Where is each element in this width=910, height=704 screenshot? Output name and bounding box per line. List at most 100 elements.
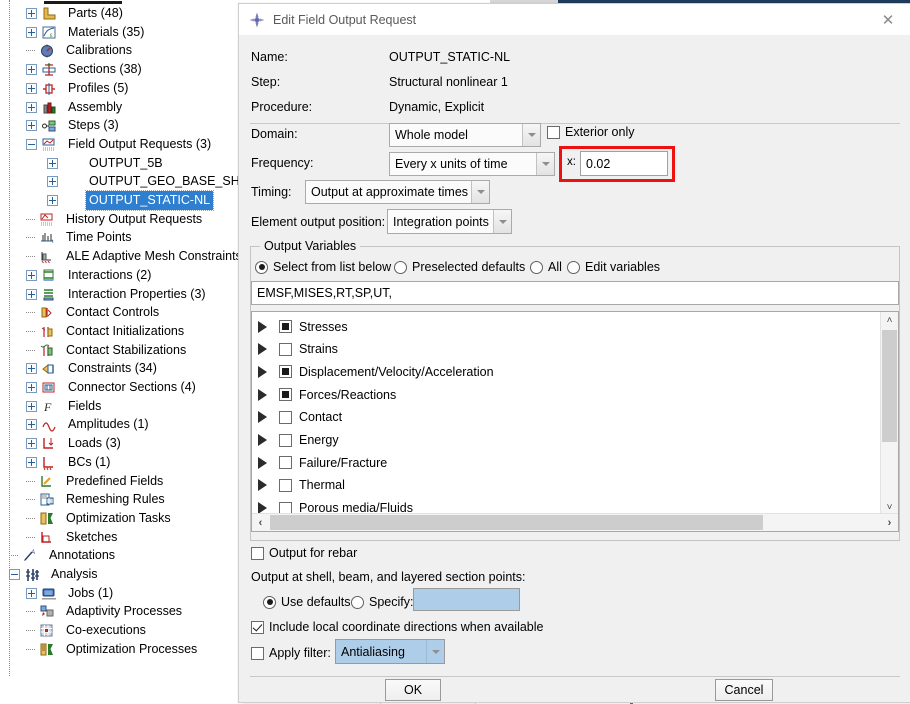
tree-item[interactable]: BCs (1) [0,453,110,472]
exterior-only-checkbox[interactable]: Exterior only [547,125,634,139]
tree-item[interactable]: Optimization Processes [0,640,197,659]
collapse-icon[interactable] [9,569,20,580]
checkbox-box[interactable] [279,365,292,379]
expand-icon[interactable] [26,401,37,412]
expand-triangle-icon[interactable] [258,411,267,424]
expand-icon[interactable] [26,588,37,599]
expand-icon[interactable] [26,8,37,19]
checkbox-box[interactable] [279,410,292,424]
expand-icon[interactable] [26,102,37,113]
tree-item[interactable]: OUTPUT_GEO_BASE_SHEAR_TB [0,172,243,191]
checkbox-box[interactable] [279,388,292,402]
tree-item[interactable]: Jobs (1) [0,584,113,603]
output-variable-row[interactable]: Displacement/Velocity/Acceleration [258,360,494,383]
tree-item[interactable]: Remeshing Rules [0,490,165,509]
domain-select[interactable]: Whole model [389,123,541,147]
expand-triangle-icon[interactable] [258,434,267,446]
tree-item[interactable]: Adaptivity Processes [0,602,182,621]
horizontal-scroll-thumb[interactable] [270,515,763,530]
tree-item[interactable]: ALE Adaptive Mesh Constraints [0,247,242,266]
output-variables-option[interactable]: Edit variables [567,260,660,274]
tree-item[interactable]: Constraints (34) [0,359,157,378]
expand-icon[interactable] [26,419,37,430]
expand-triangle-icon[interactable] [258,479,267,492]
expand-triangle-icon[interactable] [258,388,267,401]
tree-item[interactable]: History Output Requests [0,210,202,229]
expand-icon[interactable] [47,195,58,206]
expand-icon[interactable] [26,363,37,374]
expand-triangle-icon[interactable] [258,365,267,378]
tree-item[interactable]: Connector Sections (4) [0,378,196,397]
output-variables-list[interactable]: Stresses Strains Displacement/Velocity/Acc… [251,311,899,532]
scroll-left-icon[interactable]: ‹ [252,514,269,531]
output-variable-row[interactable]: Thermal [258,474,345,497]
tree-item[interactable]: Predefined Fields [0,472,163,491]
tree-item[interactable]: Analysis [0,565,98,584]
expand-icon[interactable] [47,176,58,187]
expand-icon[interactable] [26,120,37,131]
specify-radio[interactable]: Specify: [351,595,413,609]
tree-item[interactable]: ε Materials (35) [0,23,144,42]
include-local-coords-checkbox[interactable]: Include local coordinate directions when… [251,620,543,634]
expand-icon[interactable] [26,64,37,75]
tree-item[interactable]: OUTPUT_5B [0,154,163,173]
expand-icon[interactable] [26,83,37,94]
tree-item[interactable]: Assembly [0,98,122,117]
tree-item[interactable]: Optimization Tasks [0,509,171,528]
expand-icon[interactable] [26,382,37,393]
ok-button[interactable]: OK [385,679,441,701]
scroll-right-icon[interactable]: › [881,514,898,531]
list-vertical-scrollbar[interactable]: ˄ ˅ [880,312,898,516]
expand-icon[interactable] [26,438,37,449]
list-horizontal-scrollbar[interactable]: ‹ › [252,513,898,531]
output-variable-row[interactable]: Forces/Reactions [258,383,396,406]
checkbox-box[interactable] [279,478,292,492]
tree-item[interactable]: Calibrations [0,41,132,60]
expand-triangle-icon[interactable] [258,343,267,356]
tree-item[interactable]: A Annotations [0,546,115,565]
tree-item[interactable]: OUTPUT_STATIC-NL [0,190,215,211]
expand-icon[interactable] [26,289,37,300]
checkbox-box[interactable] [279,456,292,470]
tree-item[interactable]: Sections (38) [0,60,142,79]
apply-filter-checkbox[interactable]: Apply filter: [251,646,331,660]
tree-item[interactable]: Parts (48) [0,4,123,23]
tree-item[interactable]: Co-executions [0,621,146,640]
output-variable-row[interactable]: Energy [258,429,339,452]
checkbox-box[interactable] [279,433,292,447]
tree-item[interactable]: t Time Points [0,228,132,247]
expand-icon[interactable] [26,457,37,468]
frequency-select[interactable]: Every x units of time [389,152,555,176]
apply-filter-select[interactable]: Antialiasing [335,639,445,664]
close-icon[interactable]: ✕ [865,4,910,35]
tree-item[interactable]: Steps (3) [0,116,119,135]
expand-triangle-icon[interactable] [258,320,267,333]
tree-item[interactable]: Interaction Properties (3) [0,285,206,304]
tree-item[interactable]: Contact Initializations [0,322,184,341]
checkbox-box[interactable] [279,342,292,356]
output-variable-row[interactable]: Contact [258,406,342,429]
output-variables-input[interactable]: EMSF,MISES,RT,SP,UT, [251,281,899,305]
checkbox-box[interactable] [279,320,292,333]
output-for-rebar-checkbox[interactable]: Output for rebar [251,546,357,560]
output-variable-row[interactable]: Failure/Fracture [258,451,387,474]
use-defaults-radio[interactable]: Use defaults [263,595,350,609]
expand-icon[interactable] [26,270,37,281]
output-variable-row[interactable]: Strains [258,338,338,361]
expand-icon[interactable] [26,27,37,38]
vertical-scroll-thumb[interactable] [882,330,897,442]
tree-item[interactable]: Amplitudes (1) [0,415,149,434]
specify-input[interactable] [413,588,520,611]
output-variable-row[interactable]: Stresses [258,315,348,338]
tree-item[interactable]: Interactions (2) [0,266,151,285]
tree-item[interactable]: Field Output Requests (3) [0,135,211,154]
tree-item[interactable]: Profiles (5) [0,79,128,98]
tree-item[interactable]: Contact Stabilizations [0,341,186,360]
tree-item[interactable]: Sketches [0,528,117,547]
output-variables-option[interactable]: Preselected defaults [394,260,525,274]
frequency-x-input[interactable]: 0.02 [580,151,668,176]
collapse-icon[interactable] [26,139,37,150]
cancel-button[interactable]: Cancel [715,679,773,701]
tree-item[interactable]: F Fields [0,397,101,416]
scroll-up-icon[interactable]: ˄ [881,312,898,329]
